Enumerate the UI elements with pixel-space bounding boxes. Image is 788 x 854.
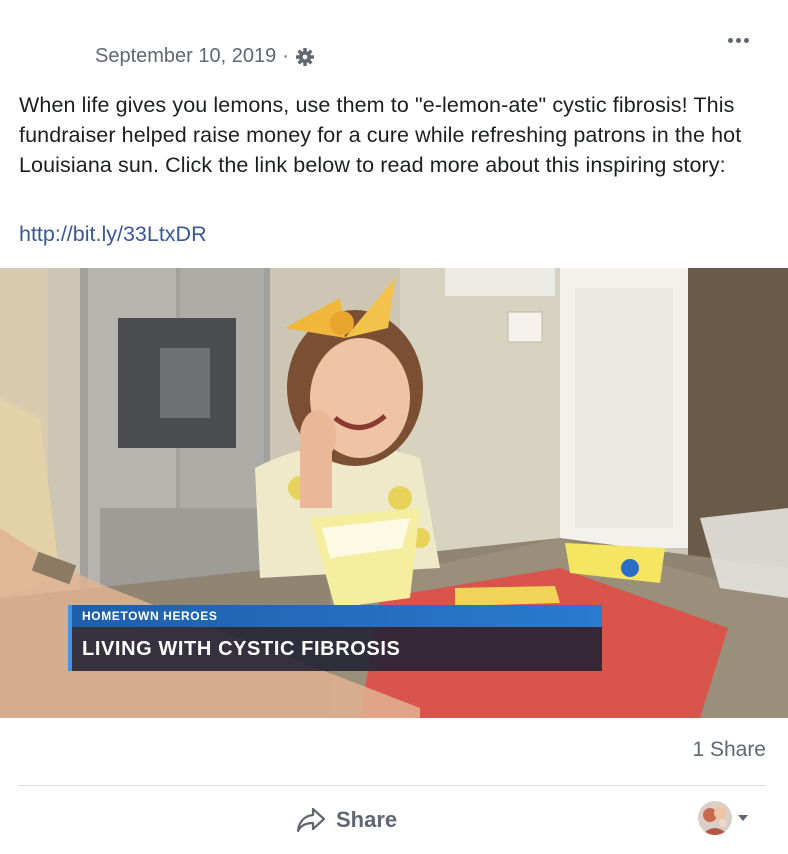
share-label: Share bbox=[336, 807, 398, 832]
avatar bbox=[698, 801, 732, 835]
post-date[interactable]: September 10, 2019 bbox=[95, 45, 276, 68]
lower-third-title-text: LIVING WITH CYSTIC FIBROSIS bbox=[82, 638, 401, 660]
divider bbox=[18, 785, 766, 786]
share-arrow-icon bbox=[296, 807, 326, 833]
more-options-icon bbox=[727, 37, 733, 43]
post-meta: September 10, 2019 · bbox=[95, 45, 315, 68]
post-link[interactable]: http://bit.ly/33LtxDR bbox=[19, 222, 207, 247]
share-button[interactable]: Share bbox=[296, 800, 397, 840]
audience-avatar-selector[interactable] bbox=[698, 801, 748, 835]
lower-third-kicker-text: HOMETOWN HEROES bbox=[82, 609, 218, 623]
gear-icon[interactable] bbox=[295, 47, 315, 67]
meta-separator: · bbox=[282, 45, 289, 67]
lower-third-kicker: HOMETOWN HEROES bbox=[68, 605, 602, 627]
more-options-button[interactable] bbox=[724, 30, 752, 50]
post-text: When life gives you lemons, use them to … bbox=[19, 93, 742, 177]
share-count[interactable]: 1 Share bbox=[692, 738, 766, 762]
lower-third-title: LIVING WITH CYSTIC FIBROSIS bbox=[68, 627, 602, 671]
chevron-down-icon bbox=[738, 815, 748, 821]
